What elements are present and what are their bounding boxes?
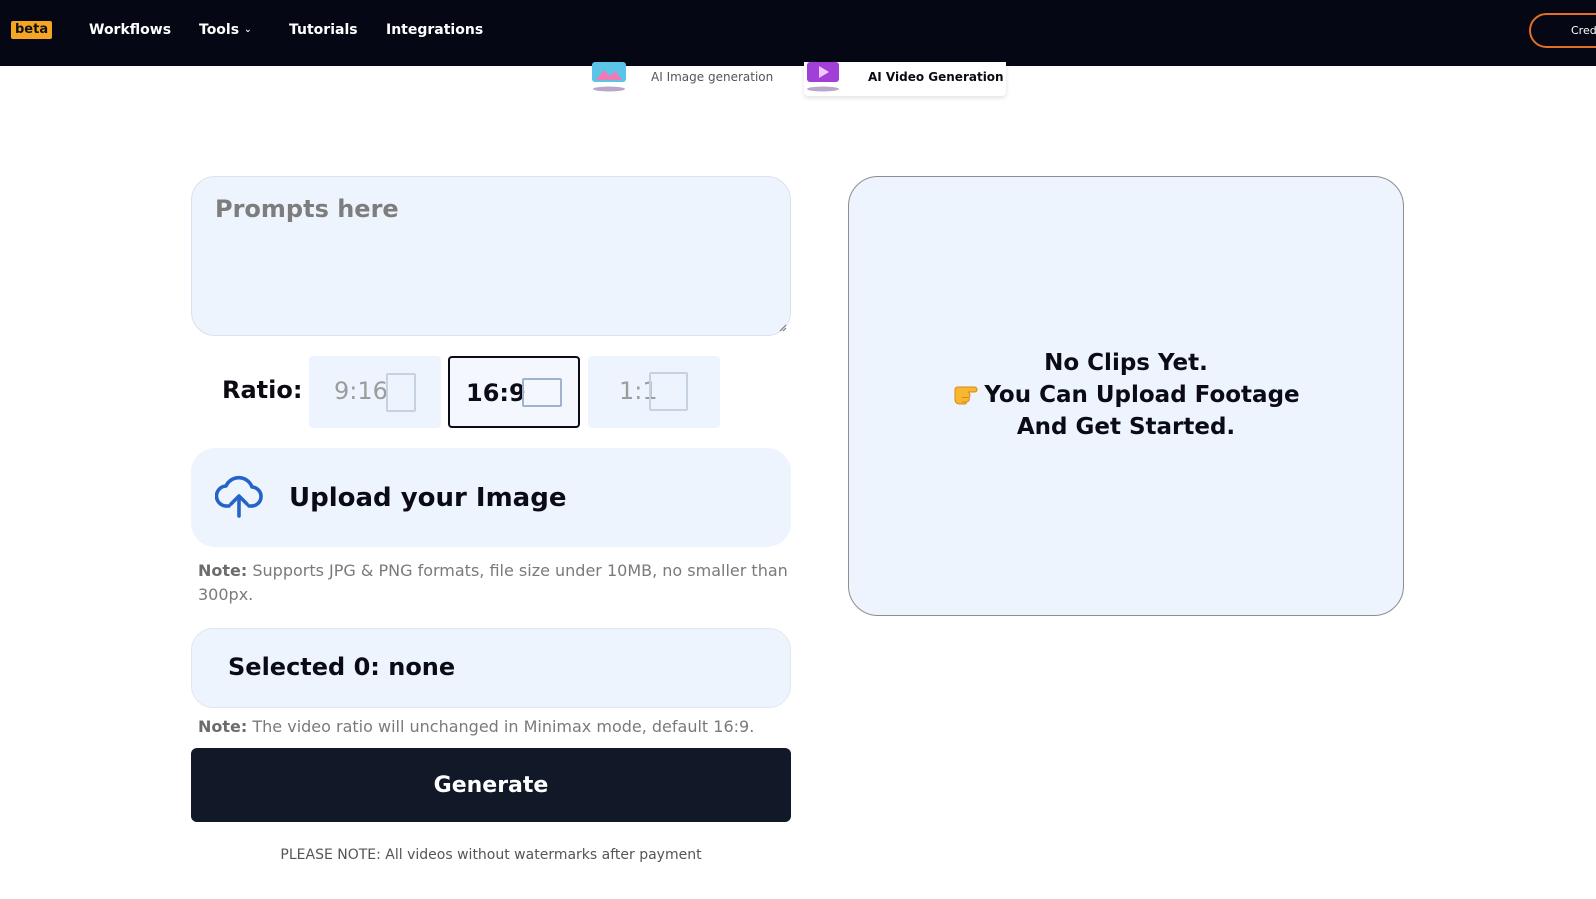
ratio-note-text: The video ratio will unchanged in Minima… (252, 717, 755, 736)
resize-grip-icon[interactable] (778, 323, 787, 332)
nav-workflows[interactable]: Workflows (89, 20, 171, 40)
upload-label: Upload your Image (289, 483, 567, 513)
nav-tools[interactable]: Tools ⌄ (199, 20, 252, 40)
clip-preview-panel: No Clips Yet. You Can Upload Footage And… (848, 176, 1404, 616)
generate-button[interactable]: Generate (191, 748, 791, 822)
ratio-text: 16:9 (466, 379, 526, 407)
selected-files-box: Selected 0: none (191, 628, 791, 708)
empty-state-line-1: No Clips Yet. (1044, 350, 1208, 376)
beta-badge: beta (11, 21, 53, 39)
note-prefix: Note: (198, 717, 248, 736)
ratio-option-1-1[interactable]: 1:1 (588, 356, 720, 428)
nav-tutorials[interactable]: Tutorials (289, 20, 358, 40)
ratio-option-9-16[interactable]: 9:16 (309, 356, 441, 428)
nav-tools-label: Tools (199, 22, 240, 38)
tab-label: AI Video Generation (868, 70, 1004, 84)
ratio-option-16-9[interactable]: 16:9 (448, 356, 580, 428)
ratio-text: 9:16 (334, 377, 388, 405)
selected-count: Selected 0: none (228, 653, 456, 681)
credits-button[interactable]: Credits (1529, 13, 1596, 48)
upload-note-text: Supports JPG & PNG formats, file size un… (198, 561, 788, 604)
top-nav: beta Workflows Tools ⌄ Tutorials Integrat… (0, 0, 1596, 66)
video-generation-icon (807, 62, 839, 92)
nav-integrations[interactable]: Integrations (386, 20, 483, 40)
ratio-note: Note: The video ratio will unchanged in … (198, 715, 788, 739)
tab-label: AI Image generation (651, 70, 774, 84)
payment-note: PLEASE NOTE: All videos without watermar… (280, 847, 702, 863)
square-ratio-icon (649, 372, 688, 411)
empty-state-message: No Clips Yet. You Can Upload Footage And… (849, 347, 1403, 443)
image-generation-icon (592, 62, 626, 92)
note-prefix: Note: (198, 561, 248, 580)
pointing-hand-icon (954, 386, 978, 405)
empty-state-line-2: You Can Upload Footage (849, 379, 1403, 411)
empty-state-line-2-text: You Can Upload Footage (984, 382, 1300, 408)
ratio-label: Ratio: (222, 376, 303, 404)
upload-note: Note: Supports JPG & PNG formats, file s… (198, 559, 788, 607)
landscape-ratio-icon (522, 378, 562, 407)
prompt-input[interactable] (192, 177, 790, 335)
tab-ai-image-generation[interactable]: AI Image generation (590, 62, 790, 96)
portrait-ratio-icon (386, 373, 416, 412)
empty-state-line-3: And Get Started. (1016, 414, 1236, 440)
upload-image-button[interactable]: Upload your Image (191, 448, 791, 547)
chevron-down-icon: ⌄ (244, 25, 252, 35)
cloud-upload-icon (215, 475, 263, 518)
prompt-box (191, 176, 791, 336)
tab-ai-video-generation[interactable]: AI Video Generation (804, 62, 1006, 96)
